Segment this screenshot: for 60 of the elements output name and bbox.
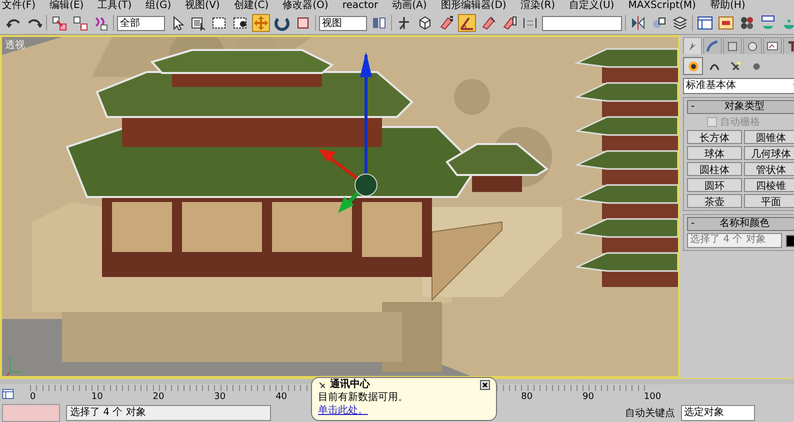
auto-key-label: 自动关键点 [625,406,675,420]
window-grid-icon[interactable] [696,14,714,32]
close-icon[interactable] [480,380,490,390]
object-type-button[interactable]: 圆柱体 [687,162,742,176]
link-icon[interactable] [50,14,68,32]
balloon-message: 目前有新数据可用。 [318,392,409,404]
menu-item[interactable]: 组(G) [146,0,172,12]
window-panel-icon[interactable] [717,14,735,32]
dropdown-field[interactable]: 全部 [117,16,165,30]
menu-item[interactable]: 修改器(O) [282,0,328,12]
menu-item[interactable]: 图形编辑器(D) [440,0,506,12]
spheres-icon[interactable] [738,14,756,32]
menu-item[interactable]: 编辑(E) [50,0,84,12]
axis-tripod-icon [6,356,22,376]
object-type-button[interactable]: 圆环 [687,178,742,192]
unlink-icon[interactable] [71,14,89,32]
name-field[interactable]: 选择了 4 个 对象 [687,233,782,248]
viewport-label: 透视 [5,38,25,52]
menu-item[interactable]: 创建(C) [234,0,269,12]
mirror-icon[interactable] [629,14,647,32]
click-here-link[interactable]: 单击此处。 [318,405,368,417]
transform-gizmo[interactable] [318,52,378,213]
object-type-button[interactable]: 长方体 [687,130,742,144]
monitor-icon[interactable] [763,37,782,54]
object-type-button[interactable]: 球体 [687,146,742,160]
menu-item[interactable]: 动画(A) [392,0,427,12]
angle-icon[interactable] [458,14,476,32]
collapse-sign: - [691,101,695,113]
tick-label: 80 [521,392,533,402]
menu-item[interactable]: MAXScript(M) [628,0,696,12]
object-type-button[interactable]: 平面 [744,194,794,208]
rollout-title: 名称和颜色 [718,218,770,230]
tick-label: 10 [91,392,103,402]
layers-icon[interactable] [671,14,689,32]
script-listener-field[interactable] [2,404,60,422]
menu-item[interactable]: 视图(V) [185,0,220,12]
object-type-button[interactable]: 四棱锥 [744,178,794,192]
object-type-button[interactable]: 茶壶 [687,194,742,208]
selection-status-field: 选择了 4 个 对象 [66,405,271,421]
menu-item[interactable]: 工具(T) [98,0,132,12]
checkbox-label: 自动栅格 [720,116,760,129]
menu-item[interactable]: reactor [342,0,378,12]
tick-label: 30 [214,392,226,402]
object-type-button[interactable]: 几何球体 [744,146,794,160]
object-type-button[interactable]: 管状体 [744,162,794,176]
object-type-button[interactable]: 圆锥体 [744,130,794,144]
dropdown-field[interactable]: 视图 [319,16,367,30]
key-filter-dropdown[interactable]: 选定对象 [681,405,755,421]
rollout-title: 对象类型 [723,101,766,113]
tick-label: 90 [582,392,594,402]
menu-item[interactable]: 帮助(H) [710,0,746,12]
rollout-header[interactable]: - 名称和颜色 [687,217,794,231]
tick-label: 20 [152,392,164,402]
rollout-header[interactable]: - 对象类型 [687,100,794,114]
square-icon[interactable] [723,37,742,54]
tick-label: 0 [30,392,36,402]
tick-label: 100 [644,392,662,402]
dropdown-field[interactable] [542,16,622,30]
tick-label: 40 [276,392,288,402]
collapse-sign: - [691,218,695,230]
